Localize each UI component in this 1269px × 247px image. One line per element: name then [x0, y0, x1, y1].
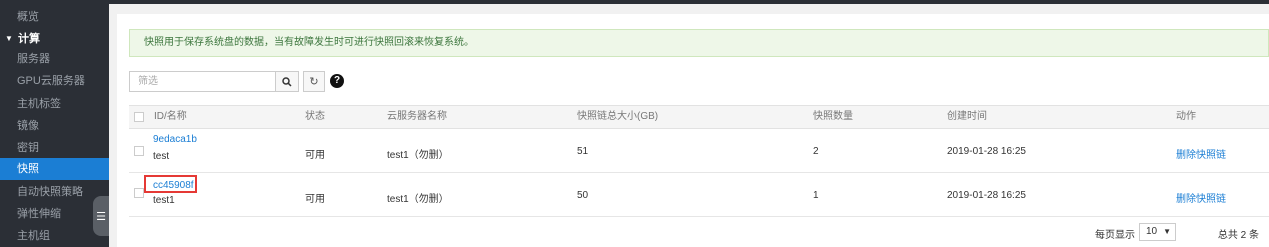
caret-down-icon: ▼: [1163, 227, 1171, 236]
sidebar-collapse-icon[interactable]: ☰: [93, 196, 109, 236]
sidebar-item-snapshots[interactable]: 快照: [0, 158, 109, 180]
table-row: 9edaca1b test 可用 test1（勿删） 51 2 2019-01-…: [129, 129, 1269, 173]
snapshot-name: test1: [153, 195, 175, 206]
chain-size: 50: [577, 190, 589, 201]
status-text: 可用: [305, 194, 325, 205]
sidebar-item-overview[interactable]: 概览: [0, 6, 109, 28]
snapshot-id-link[interactable]: cc45908f: [153, 180, 194, 191]
filter-input[interactable]: 筛选: [129, 71, 275, 92]
sidebar-item-gpu-servers[interactable]: GPU云服务器: [0, 70, 109, 92]
sidebar-item-images[interactable]: 镜像: [0, 115, 109, 137]
main-panel: 快照用于保存系统盘的数据，当有故障发生时可进行快照回滚来恢复系统。 筛选 ↻ ?…: [117, 14, 1269, 247]
column-header[interactable]: 状态: [305, 106, 325, 128]
row-checkbox[interactable]: [134, 188, 144, 198]
column-header[interactable]: 快照数量: [813, 106, 853, 128]
sidebar-item-host-tags[interactable]: 主机标签: [0, 93, 109, 115]
sidebar-item-label: 概览: [17, 11, 39, 23]
sidebar-item-label: 主机组: [17, 230, 50, 242]
sidebar-item-label: 密钥: [17, 142, 39, 154]
sidebar-item-label: 服务器: [17, 53, 50, 65]
sidebar-item-servers[interactable]: 服务器: [0, 48, 109, 70]
snapshot-count: 1: [813, 190, 819, 201]
column-header[interactable]: 动作: [1176, 106, 1196, 128]
sidebar-item-label: 弹性伸缩: [17, 208, 61, 220]
delete-chain-link[interactable]: 删除快照链: [1176, 190, 1226, 205]
search-icon: [282, 76, 292, 87]
total-count: 总共 2 条: [1217, 230, 1259, 241]
sidebar-item-auto-snapshot-policy[interactable]: 自动快照策略: [0, 181, 109, 203]
status-text: 可用: [305, 150, 325, 161]
top-bar: [109, 0, 1269, 4]
per-page-select[interactable]: 10 ▼: [1139, 223, 1176, 241]
sidebar: 概览 ▼ 计算 服务器 GPU云服务器 主机标签 镜像 密钥 快照 自动快照策略 …: [0, 0, 109, 247]
per-page-label: 每页显示: [1095, 230, 1135, 241]
alert-text: 快照用于保存系统盘的数据，当有故障发生时可进行快照回滚来恢复系统。: [144, 37, 474, 48]
column-header[interactable]: 创建时间: [947, 106, 987, 128]
table-header: ID/名称 状态 云服务器名称 快照链总大小(GB) 快照数量 创建时间 动作: [129, 105, 1269, 129]
snapshot-id-link[interactable]: 9edaca1b: [153, 134, 197, 145]
per-page-value: 10: [1146, 226, 1158, 237]
refresh-icon: ↻: [309, 76, 319, 88]
created-time: 2019-01-28 16:25: [947, 146, 1026, 157]
refresh-button[interactable]: ↻: [303, 71, 325, 92]
column-header[interactable]: 云服务器名称: [387, 106, 447, 128]
search-button[interactable]: [275, 71, 299, 92]
created-time: 2019-01-28 16:25: [947, 190, 1026, 201]
sidebar-item-keys[interactable]: 密钥: [0, 137, 109, 159]
sidebar-item-label: 镜像: [17, 120, 39, 132]
sidebar-item-label: 自动快照策略: [17, 186, 83, 198]
info-alert: 快照用于保存系统盘的数据，当有故障发生时可进行快照回滚来恢复系统。: [129, 29, 1269, 57]
server-name: test1（勿删）: [387, 194, 449, 205]
help-icon[interactable]: ?: [330, 74, 344, 88]
pagination: 每页显示 10 ▼ 总共 2 条: [1059, 223, 1259, 241]
caret-down-icon: ▼: [5, 34, 13, 43]
column-header[interactable]: 快照链总大小(GB): [577, 106, 658, 128]
row-checkbox[interactable]: [134, 146, 144, 156]
sidebar-item-label: 快照: [17, 163, 39, 175]
server-name: test1（勿删）: [387, 150, 449, 161]
sidebar-item-label: 计算: [18, 33, 40, 45]
sidebar-item-label: 主机标签: [17, 98, 61, 110]
column-header[interactable]: ID/名称: [154, 106, 187, 128]
snapshot-count: 2: [813, 146, 819, 157]
chain-size: 51: [577, 146, 589, 157]
sidebar-section-compute[interactable]: ▼ 计算: [0, 28, 109, 50]
delete-chain-link[interactable]: 删除快照链: [1176, 146, 1226, 161]
snapshot-name: test: [153, 151, 170, 162]
table-row: cc45908f test1 可用 test1（勿删） 50 1 2019-01…: [129, 173, 1269, 217]
sidebar-item-label: GPU云服务器: [17, 75, 85, 87]
select-all-checkbox[interactable]: [134, 112, 144, 122]
